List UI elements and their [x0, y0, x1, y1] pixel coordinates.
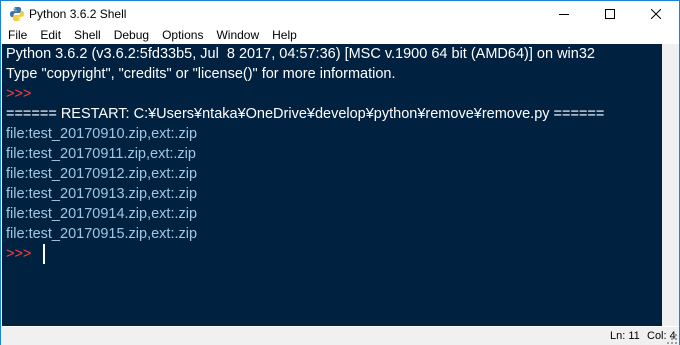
minimize-icon	[559, 14, 569, 15]
resize-grip-icon[interactable]	[667, 334, 677, 344]
menu-shell[interactable]: Shell	[74, 27, 101, 45]
menu-edit[interactable]: Edit	[40, 27, 61, 45]
shell-prompt: >>>	[6, 86, 32, 102]
menu-debug[interactable]: Debug	[114, 27, 149, 45]
maximize-button[interactable]	[587, 1, 633, 27]
idle-shell-window: Python 3.6.2 Shell File Edit Shell Debug…	[0, 0, 680, 345]
close-icon	[651, 9, 661, 19]
vertical-scrollbar[interactable]	[662, 44, 679, 326]
menu-bar: File Edit Shell Debug Options Window Hel…	[1, 27, 679, 45]
status-bar: Ln: 11 Col: 4	[1, 327, 679, 345]
title-bar[interactable]: Python 3.6.2 Shell	[1, 1, 679, 27]
shell-text-area[interactable]: Python 3.6.2 (v3.6.2:5fd33b5, Jul 8 2017…	[2, 44, 662, 326]
final-shell-prompt: >>>	[6, 246, 32, 262]
python-logo-icon	[10, 7, 24, 21]
restart-line: ====== RESTART: C:¥Users¥ntaka¥OneDrive¥…	[6, 106, 605, 122]
info-line: Type "copyright", "credits" or "license(…	[6, 66, 396, 82]
close-button[interactable]	[633, 1, 679, 27]
output-line: file:test_20170912.zip,ext:.zip	[6, 166, 198, 182]
line-number: Ln: 11	[610, 330, 640, 342]
menu-help[interactable]: Help	[272, 27, 297, 45]
output-line: file:test_20170910.zip,ext:.zip	[6, 126, 198, 142]
maximize-icon	[605, 9, 615, 19]
output-line: file:test_20170914.zip,ext:.zip	[6, 206, 198, 222]
output-line: file:test_20170915.zip,ext:.zip	[6, 226, 198, 242]
output-line: file:test_20170913.zip,ext:.zip	[6, 186, 198, 202]
python-version-banner: Python 3.6.2 (v3.6.2:5fd33b5, Jul 8 2017…	[6, 46, 595, 62]
output-line: file:test_20170911.zip,ext:.zip	[6, 146, 196, 162]
menu-file[interactable]: File	[8, 27, 27, 45]
menu-options[interactable]: Options	[162, 27, 203, 45]
minimize-button[interactable]	[541, 1, 587, 27]
text-cursor	[43, 244, 45, 264]
window-title: Python 3.6.2 Shell	[29, 7, 127, 21]
menu-window[interactable]: Window	[216, 27, 259, 45]
